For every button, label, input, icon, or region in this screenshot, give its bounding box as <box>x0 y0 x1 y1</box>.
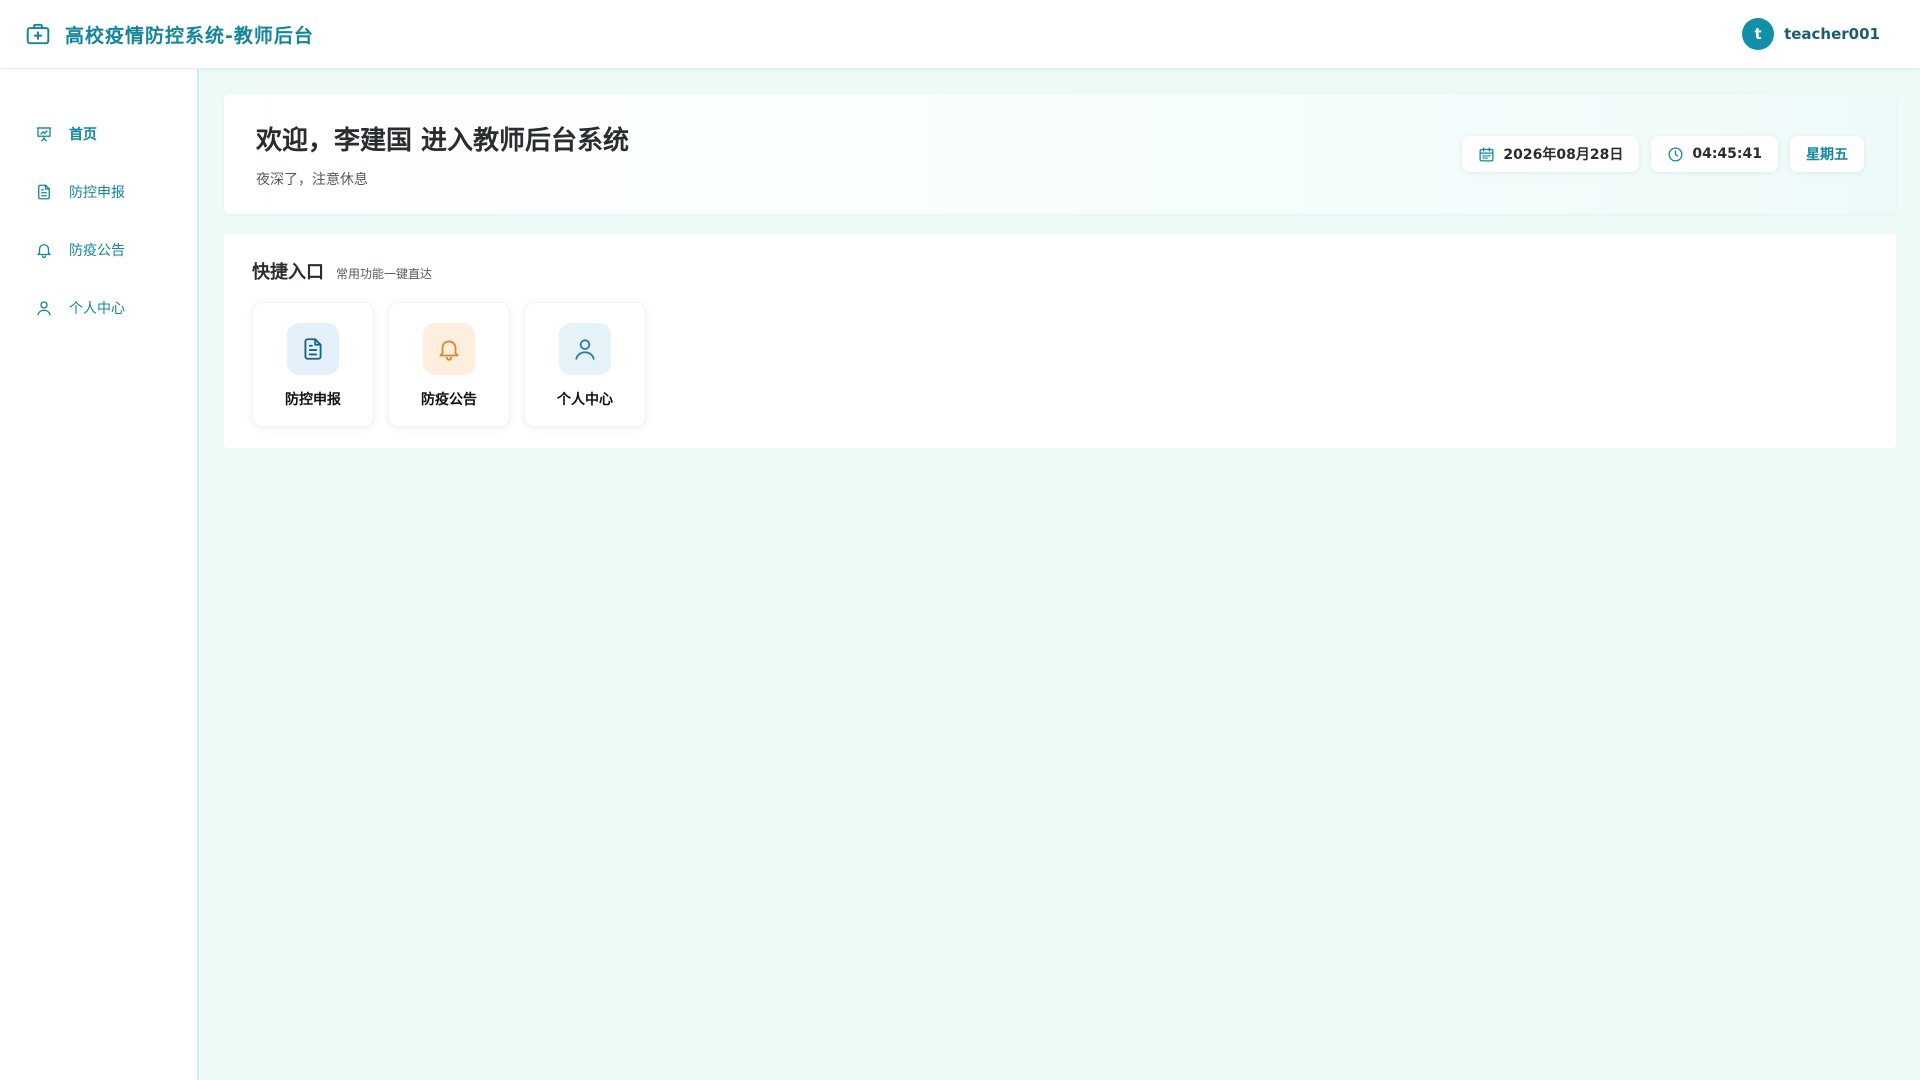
datetime-chips: 2026年08月28日 04:45:41 星期五 <box>1462 136 1864 172</box>
sidebar: 首页 防控申报 防疫公告 个人中心 <box>0 69 199 1080</box>
time-chip: 04:45:41 <box>1651 136 1778 172</box>
date-chip: 2026年08月28日 <box>1462 136 1640 172</box>
sidebar-item-home[interactable]: 首页 <box>0 105 197 163</box>
user-icon <box>559 323 611 375</box>
presentation-icon <box>35 125 53 143</box>
app-title: 高校疫情防控系统-教师后台 <box>65 24 314 47</box>
quick-access-header: 快捷入口 常用功能一键直达 <box>252 258 1868 284</box>
quick-card-profile[interactable]: 个人中心 <box>524 302 646 427</box>
bell-icon <box>423 323 475 375</box>
bell-icon <box>35 241 53 259</box>
time-text: 04:45:41 <box>1692 146 1762 162</box>
quick-access-panel: 快捷入口 常用功能一键直达 防控申报 防疫公告 个人中心 <box>224 234 1896 448</box>
quick-card-label: 防疫公告 <box>421 392 477 408</box>
sidebar-item-label: 首页 <box>69 127 97 143</box>
document-icon <box>35 183 53 201</box>
weekday-chip: 星期五 <box>1790 136 1864 172</box>
sidebar-item-notice[interactable]: 防疫公告 <box>0 221 197 279</box>
sidebar-item-label: 个人中心 <box>69 301 125 317</box>
weekday-text: 星期五 <box>1806 147 1848 163</box>
welcome-title: 欢迎，李建国 进入教师后台系统 <box>256 125 630 156</box>
quick-access-title: 快捷入口 <box>252 262 324 283</box>
welcome-subtitle: 夜深了，注意休息 <box>256 171 368 188</box>
username[interactable]: teacher001 <box>1784 25 1880 43</box>
sidebar-item-label: 防控申报 <box>69 185 125 201</box>
user-icon <box>35 299 53 317</box>
medical-kit-icon <box>25 21 51 47</box>
quick-access-subtitle: 常用功能一键直达 <box>336 267 433 281</box>
top-header: 高校疫情防控系统-教师后台 t teacher001 <box>0 0 1920 69</box>
document-icon <box>287 323 339 375</box>
quick-card-report[interactable]: 防控申报 <box>252 302 374 427</box>
quick-card-notice[interactable]: 防疫公告 <box>388 302 510 427</box>
quick-access-cards: 防控申报 防疫公告 个人中心 <box>252 302 1868 427</box>
quick-card-label: 个人中心 <box>557 392 613 408</box>
calendar-icon <box>1478 146 1495 163</box>
quick-card-label: 防控申报 <box>285 392 341 408</box>
sidebar-item-profile[interactable]: 个人中心 <box>0 279 197 337</box>
date-text: 2026年08月28日 <box>1503 147 1624 163</box>
sidebar-item-report[interactable]: 防控申报 <box>0 163 197 221</box>
welcome-text: 欢迎，李建国 进入教师后台系统 夜深了，注意休息 <box>256 120 629 189</box>
brand[interactable]: 高校疫情防控系统-教师后台 <box>25 21 314 48</box>
avatar[interactable]: t <box>1742 18 1775 50</box>
welcome-panel: 欢迎，李建国 进入教师后台系统 夜深了，注意休息 2026年08月28日 04:… <box>224 94 1896 214</box>
sidebar-item-label: 防疫公告 <box>69 243 125 259</box>
main-content: 欢迎，李建国 进入教师后台系统 夜深了，注意休息 2026年08月28日 04:… <box>224 94 1896 448</box>
user-menu[interactable]: t teacher001 <box>1742 18 1880 50</box>
clock-icon <box>1667 146 1684 163</box>
